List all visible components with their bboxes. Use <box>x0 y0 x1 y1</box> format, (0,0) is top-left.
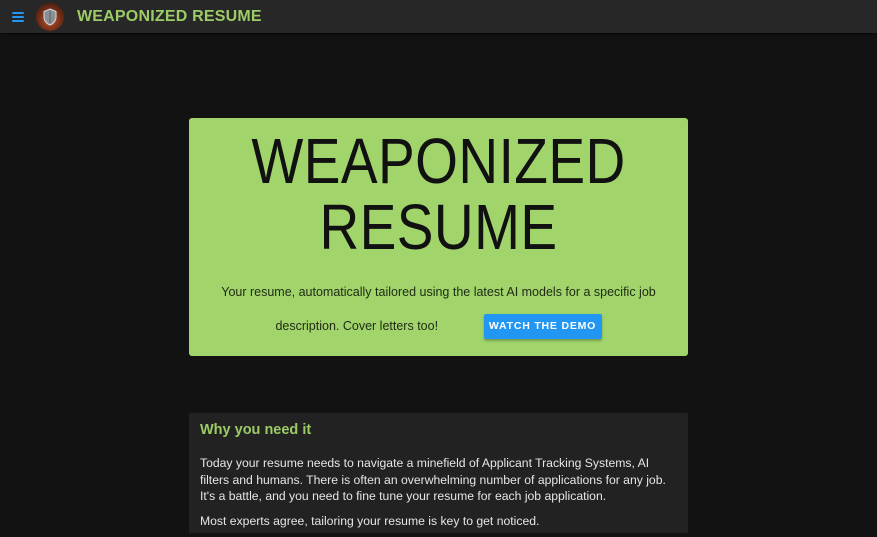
app-title[interactable]: WEAPONIZED RESUME <box>77 8 262 26</box>
card-paragraph-2: Most experts agree, tailoring your resum… <box>200 513 540 528</box>
hero-banner: WEAPONIZED RESUME Your resume, automatic… <box>189 118 688 356</box>
app-bar: WEAPONIZED RESUME <box>0 0 877 33</box>
hamburger-menu-icon[interactable] <box>12 9 28 25</box>
hero-subtitle-line1: Your resume, automatically tailored usin… <box>221 285 656 299</box>
why-you-need-it-card: Why you need it Today your resume needs … <box>189 413 688 533</box>
card-title: Why you need it <box>200 422 312 438</box>
hero-title: WEAPONIZED RESUME <box>224 118 653 260</box>
hero-title-line2: RESUME <box>319 191 558 263</box>
card-body: Today your resume needs to navigate a mi… <box>200 455 680 537</box>
watch-demo-button[interactable]: WATCH THE DEMO <box>483 314 602 340</box>
shield-logo-icon <box>36 2 64 31</box>
hero-title-line1: WEAPONIZED <box>251 125 626 197</box>
hero-subtitle-line2: description. Cover letters too! <box>275 319 439 333</box>
card-paragraph-1: Today your resume needs to navigate a mi… <box>200 456 666 503</box>
hero-subtitle: Your resume, automatically tailored usin… <box>219 275 658 343</box>
